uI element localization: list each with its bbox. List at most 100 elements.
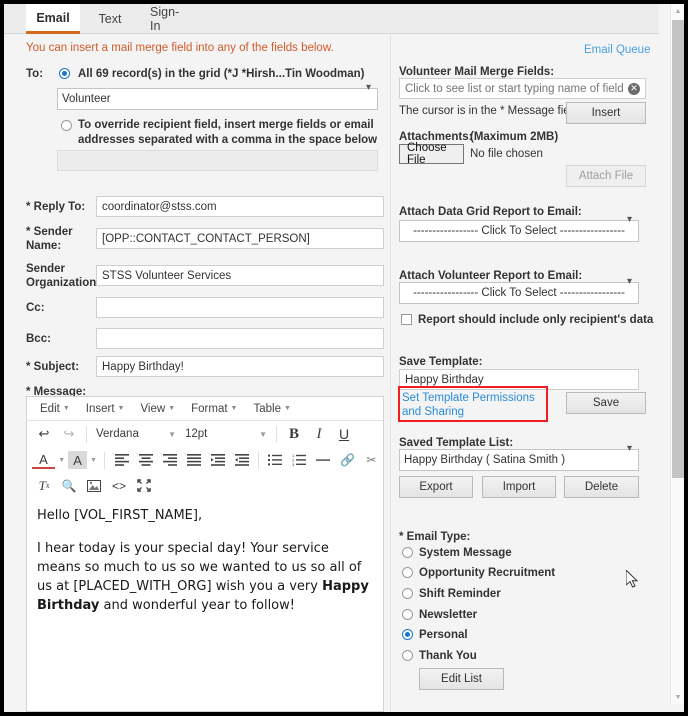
radio-email-type-system-message[interactable] bbox=[402, 547, 413, 558]
clear-icon[interactable]: ✕ bbox=[628, 83, 640, 95]
radio-email-type-thank-you-label: Thank You bbox=[419, 650, 477, 662]
override-recipient-input[interactable] bbox=[57, 150, 378, 171]
import-button[interactable]: Import bbox=[482, 476, 556, 498]
tab-sign-in[interactable]: Sign-In bbox=[136, 4, 194, 34]
underline-icon[interactable]: U bbox=[332, 423, 356, 445]
outdent-icon[interactable] bbox=[206, 449, 229, 471]
background-color-chevron-down-icon[interactable]: ▼ bbox=[88, 449, 100, 471]
sender-name-input[interactable] bbox=[96, 228, 384, 249]
set-template-permissions-link-line2: Sharing bbox=[424, 406, 465, 418]
clear-formatting-icon[interactable]: Tx bbox=[32, 475, 56, 497]
italic-icon[interactable]: I bbox=[307, 423, 331, 445]
menu-table-label: Table bbox=[253, 402, 281, 415]
numbered-list-icon[interactable]: 123 bbox=[288, 449, 311, 471]
email-queue-link[interactable]: Email Queue bbox=[584, 44, 650, 56]
save-template-button[interactable]: Save bbox=[566, 392, 646, 414]
text-color-icon[interactable]: A bbox=[32, 451, 55, 469]
menu-format[interactable]: Format ▼ bbox=[184, 401, 244, 417]
choose-file-button[interactable]: Choose File bbox=[399, 142, 464, 166]
scroll-up-arrow-icon[interactable]: ▲ bbox=[671, 4, 685, 18]
bcc-input[interactable] bbox=[96, 328, 384, 349]
radio-email-type-shift-reminder[interactable] bbox=[402, 588, 413, 599]
editor-toolbar-row-3: Tx 🔍 <> bbox=[27, 473, 383, 499]
menu-view[interactable]: View ▼ bbox=[133, 401, 182, 417]
radio-email-type-personal[interactable] bbox=[402, 629, 413, 640]
editor-menu-bar: Edit ▼ Insert ▼ View ▼ Format ▼ Table ▼ bbox=[27, 397, 383, 421]
tab-email-label: Email bbox=[36, 10, 70, 25]
menu-insert[interactable]: Insert ▼ bbox=[79, 401, 132, 417]
scrollbar-thumb[interactable] bbox=[672, 20, 684, 478]
recipient-field-select[interactable]: Volunteer bbox=[57, 88, 378, 110]
radio-email-type-newsletter-label: Newsletter bbox=[419, 609, 478, 621]
source-code-icon[interactable]: <> bbox=[107, 475, 131, 497]
radio-all-records[interactable] bbox=[59, 68, 70, 79]
tab-email[interactable]: Email bbox=[26, 4, 80, 34]
insert-button[interactable]: Insert bbox=[566, 102, 646, 124]
toolbar-separator bbox=[104, 451, 106, 469]
set-template-permissions-link[interactable]: Set Template Permissions and Sharing bbox=[402, 391, 544, 419]
font-size-select[interactable]: 12pt ▼ bbox=[181, 423, 271, 445]
align-left-icon[interactable] bbox=[110, 449, 133, 471]
attach-volunteer-report-select[interactable]: ----------------- Click To Select ------… bbox=[399, 282, 639, 304]
fullscreen-icon[interactable] bbox=[132, 475, 156, 497]
horizontal-rule-icon[interactable] bbox=[312, 449, 335, 471]
align-center-icon[interactable] bbox=[134, 449, 157, 471]
align-right-icon[interactable] bbox=[158, 449, 181, 471]
indent-icon[interactable] bbox=[230, 449, 253, 471]
cc-input[interactable] bbox=[96, 297, 384, 318]
font-family-select[interactable]: Verdana ▼ bbox=[92, 423, 180, 445]
radio-email-type-shift-reminder-label: Shift Reminder bbox=[419, 588, 501, 600]
tab-text[interactable]: Text bbox=[88, 4, 132, 34]
redo-icon[interactable]: ↪ bbox=[57, 423, 81, 445]
attachments-max-label: (Maximum 2MB) bbox=[470, 131, 559, 143]
saved-template-list-select[interactable]: Happy Birthday ( Satina Smith ) bbox=[399, 449, 639, 471]
vertical-scrollbar[interactable]: ▲ ▼ bbox=[670, 4, 684, 704]
bold-icon[interactable]: B bbox=[282, 423, 306, 445]
radio-email-type-system-message-label: System Message bbox=[419, 547, 512, 559]
message-body[interactable]: Hello [VOL_FIRST_NAME], I hear today is … bbox=[27, 498, 383, 711]
message-paragraph: I hear today is your special day! Your s… bbox=[37, 539, 373, 615]
toolbar-separator bbox=[86, 425, 87, 443]
editor-toolbar-row-1: ↩ ↪ Verdana ▼ 12pt ▼ B I U bbox=[27, 421, 383, 447]
report-only-recipient-checkbox[interactable] bbox=[401, 314, 412, 325]
font-size-value: 12pt bbox=[185, 428, 208, 440]
export-button[interactable]: Export bbox=[399, 476, 473, 498]
font-family-value: Verdana bbox=[96, 428, 139, 440]
radio-override-recipient[interactable] bbox=[61, 120, 72, 131]
attach-file-button[interactable]: Attach File bbox=[566, 165, 646, 187]
find-replace-icon[interactable]: 🔍 bbox=[57, 475, 81, 497]
delete-button[interactable]: Delete bbox=[564, 476, 639, 498]
merge-fields-label: Volunteer Mail Merge Fields: bbox=[399, 66, 555, 78]
text-color-chevron-down-icon[interactable]: ▼ bbox=[56, 449, 68, 471]
menu-table[interactable]: Table ▼ bbox=[246, 401, 297, 417]
radio-override-label-line1: To override recipient field, insert merg… bbox=[78, 119, 374, 131]
chevron-down-icon: ▼ bbox=[62, 405, 70, 412]
radio-email-type-thank-you[interactable] bbox=[402, 650, 413, 661]
insert-link-icon[interactable]: 🔗 bbox=[336, 449, 359, 471]
unlink-icon[interactable]: ✂ bbox=[360, 449, 383, 471]
menu-edit-label: Edit bbox=[40, 402, 60, 415]
align-justify-icon[interactable] bbox=[182, 449, 205, 471]
message-editor: Edit ▼ Insert ▼ View ▼ Format ▼ Table ▼ … bbox=[26, 396, 384, 712]
radio-email-type-opportunity-recruitment[interactable] bbox=[402, 567, 413, 578]
attach-data-grid-select[interactable]: ----------------- Click To Select ------… bbox=[399, 220, 639, 242]
subject-input[interactable] bbox=[96, 356, 384, 377]
report-only-recipient-label: Report should include only recipient's d… bbox=[418, 314, 654, 326]
scroll-down-arrow-icon[interactable]: ▼ bbox=[671, 690, 685, 704]
reply-to-label: * Reply To: bbox=[26, 201, 86, 213]
menu-edit[interactable]: Edit ▼ bbox=[33, 401, 77, 417]
undo-icon[interactable]: ↩ bbox=[32, 423, 56, 445]
menu-format-label: Format bbox=[191, 402, 228, 415]
sender-org-input[interactable] bbox=[96, 265, 384, 286]
reply-to-input[interactable] bbox=[96, 196, 384, 217]
message-paragraph-part1: I hear today is your special day! Your s… bbox=[37, 541, 362, 594]
radio-email-type-newsletter[interactable] bbox=[402, 609, 413, 620]
to-label: To: bbox=[26, 68, 44, 80]
radio-override-label-line2: addresses separated with a comma in the … bbox=[78, 134, 378, 146]
save-template-input[interactable] bbox=[399, 369, 639, 390]
insert-image-icon[interactable] bbox=[82, 475, 106, 497]
bullet-list-icon[interactable] bbox=[264, 449, 287, 471]
merge-fields-input[interactable] bbox=[399, 78, 646, 99]
edit-list-button[interactable]: Edit List bbox=[419, 668, 504, 690]
background-color-icon[interactable]: A bbox=[68, 451, 87, 469]
